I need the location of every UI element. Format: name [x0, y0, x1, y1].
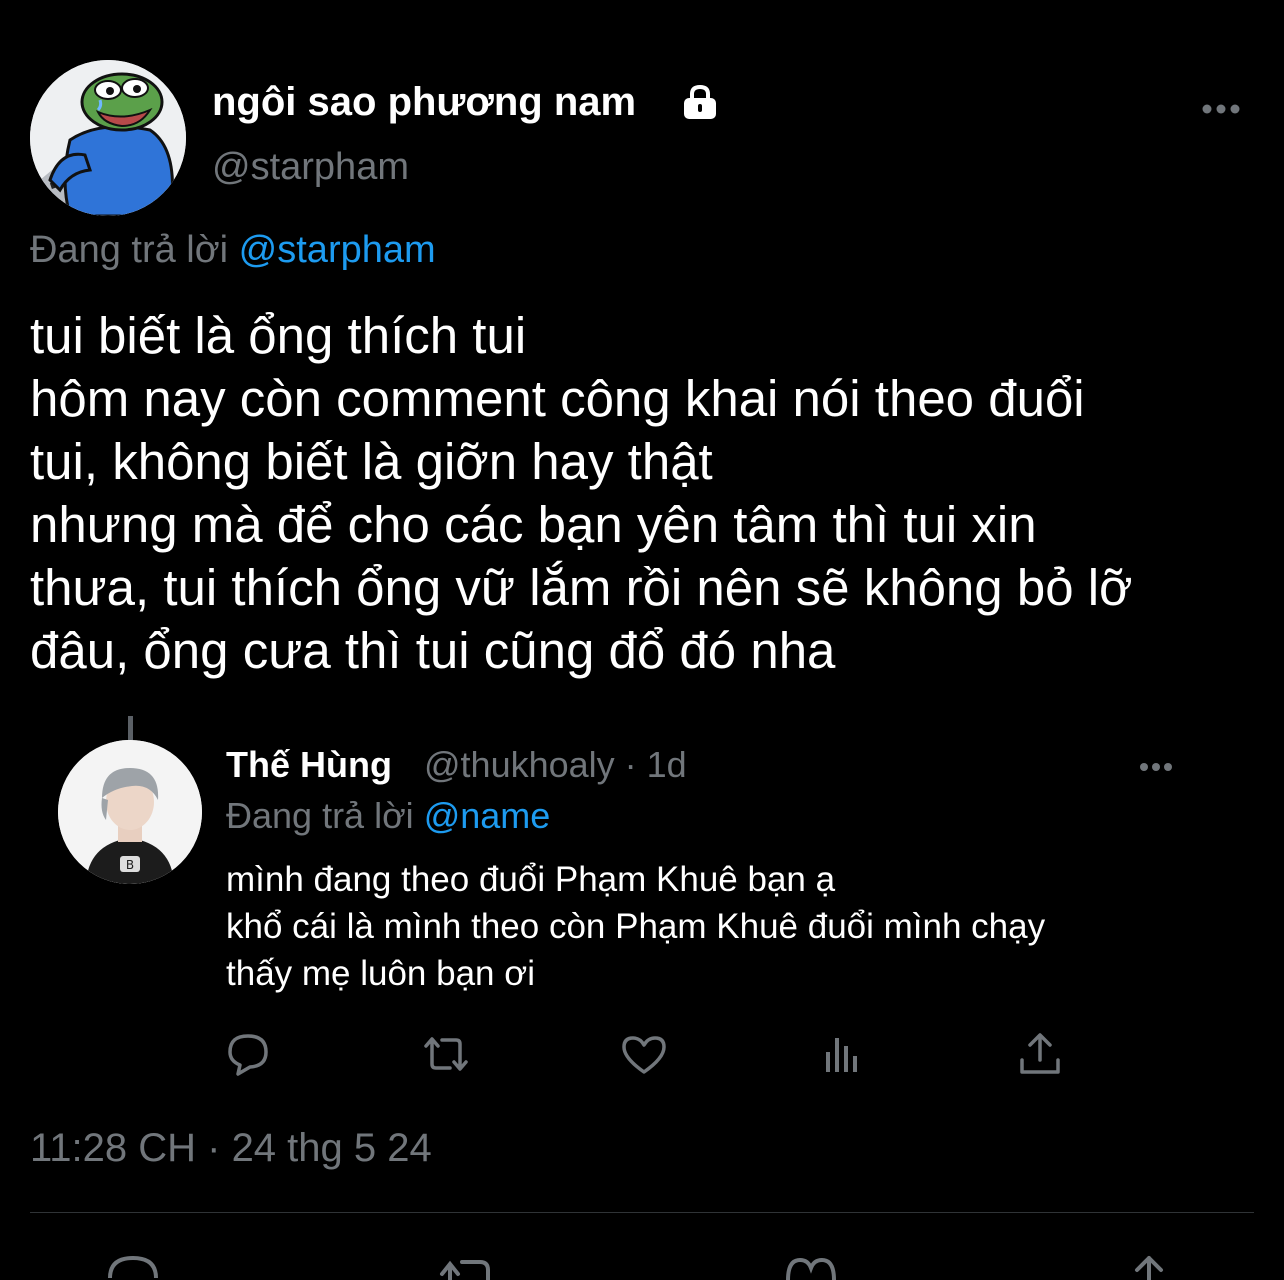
author-handle[interactable]: @starpham [212, 146, 409, 189]
quoted-more-options-icon[interactable] [1136, 756, 1176, 778]
quoted-replying-mention[interactable]: @name [424, 795, 551, 836]
like-icon[interactable] [618, 1030, 670, 1078]
tweet-text-line: tui biết là ổng thích tui [30, 307, 527, 364]
tweet-text: tui biết là ổng thích tui hôm nay còn co… [30, 304, 1270, 682]
quoted-handle-time[interactable]: @thukhoaly · 1d [424, 744, 687, 786]
reply-icon[interactable] [104, 1250, 162, 1280]
svg-text:B: B [126, 858, 134, 872]
replying-mention[interactable]: @starpham [239, 229, 436, 271]
views-icon[interactable] [816, 1030, 868, 1078]
share-icon[interactable] [1120, 1250, 1178, 1280]
lock-icon [679, 84, 721, 120]
quoted-text-line: thấy mẹ luôn bạn ơi [226, 954, 535, 993]
thread-line [128, 716, 133, 740]
quoted-replying-to: Đang trả lời @name [226, 795, 550, 837]
tweet-text-line: tui, không biết là giỡn hay thật [30, 433, 713, 490]
tweet-text-line: hôm nay còn comment công khai nói theo đ… [30, 370, 1085, 427]
tweet-text-line: đâu, ổng cưa thì tui cũng đổ đó nha [30, 622, 836, 679]
replying-to: Đang trả lời @starpham [30, 229, 436, 272]
share-icon[interactable] [1014, 1030, 1066, 1078]
quoted-text-line: khổ cái là mình theo còn Phạm Khuê đuổi … [226, 907, 1046, 946]
author-display-name[interactable]: ngôi sao phương nam [212, 80, 636, 125]
replying-label: Đang trả lời [30, 229, 229, 271]
quoted-display-name[interactable]: Thế Hùng [226, 744, 392, 786]
more-options-icon[interactable] [1198, 96, 1244, 122]
retweet-icon[interactable] [420, 1030, 472, 1078]
divider [30, 1212, 1254, 1213]
tweet-text-line: nhưng mà để cho các bạn yên tâm thì tui … [30, 496, 1037, 553]
quoted-tweet-text: mình đang theo đuổi Phạm Khuê bạn ạ khổ … [226, 856, 1226, 997]
quoted-author-avatar[interactable]: B [58, 740, 202, 884]
tweet-timestamp[interactable]: 11:28 CH · 24 thg 5 24 [30, 1126, 432, 1171]
retweet-icon[interactable] [436, 1250, 494, 1280]
quoted-replying-label: Đang trả lời [226, 795, 414, 836]
quoted-text-line: mình đang theo đuổi Phạm Khuê bạn ạ [226, 860, 836, 899]
tweet-text-line: thưa, tui thích ổng vữ lắm rồi nên sẽ kh… [30, 559, 1133, 616]
like-icon[interactable] [782, 1250, 840, 1280]
author-avatar[interactable] [30, 60, 186, 216]
reply-icon[interactable] [222, 1030, 274, 1078]
